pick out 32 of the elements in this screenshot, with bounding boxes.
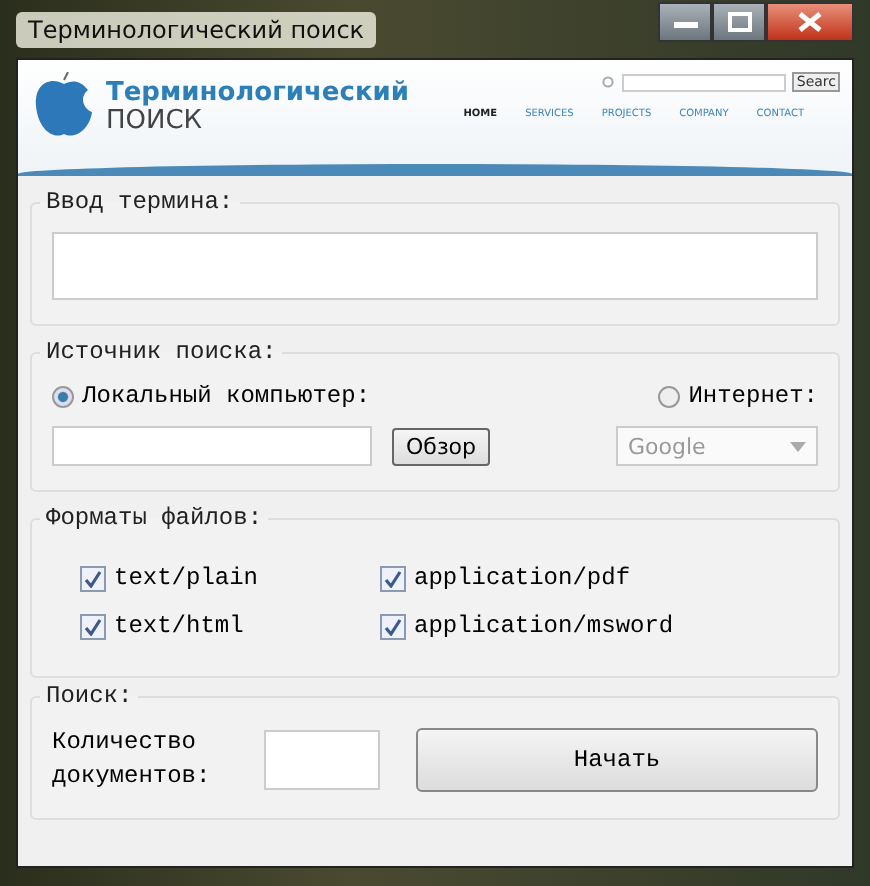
browse-button[interactable]: Обзор bbox=[392, 427, 491, 465]
count-label: Количество документов: bbox=[52, 726, 213, 794]
check-icon bbox=[384, 569, 402, 587]
format-checkbox[interactable]: application/msword bbox=[380, 612, 818, 640]
check-icon bbox=[84, 617, 102, 635]
format-checkbox[interactable]: text/html bbox=[80, 612, 380, 640]
format-checkbox[interactable]: text/plain bbox=[80, 564, 380, 592]
format-checkbox[interactable]: application/pdf bbox=[380, 564, 818, 592]
maximize-button[interactable] bbox=[712, 1, 766, 41]
term-input[interactable] bbox=[52, 232, 818, 300]
caret-icon bbox=[790, 441, 806, 451]
search-field[interactable] bbox=[622, 73, 787, 91]
apple-logo-icon bbox=[34, 72, 94, 140]
close-icon bbox=[798, 11, 822, 31]
logo-text: Терминологический bbox=[106, 80, 409, 106]
minimize-button[interactable] bbox=[658, 1, 712, 41]
group-title: Форматы файлов: bbox=[44, 504, 265, 532]
group-title: Ввод термина: bbox=[44, 188, 236, 216]
count-input[interactable] bbox=[264, 730, 380, 790]
radio-option[interactable]: Локальный компьютер: bbox=[52, 382, 371, 410]
window-title: Терминологический поиск bbox=[16, 11, 377, 47]
maximize-icon bbox=[727, 11, 751, 31]
start-button[interactable]: Начать bbox=[416, 728, 818, 792]
group-title: Поиск: bbox=[44, 682, 135, 710]
check-icon bbox=[84, 569, 102, 587]
logo-text: ПОИСК bbox=[106, 108, 205, 134]
check-icon bbox=[384, 617, 402, 635]
search-icon bbox=[602, 75, 617, 89]
close-button[interactable] bbox=[766, 1, 854, 41]
radio-option[interactable]: Интернет: bbox=[658, 382, 818, 410]
group-title: Источник поиска: bbox=[44, 338, 279, 366]
path-input[interactable] bbox=[52, 426, 372, 466]
